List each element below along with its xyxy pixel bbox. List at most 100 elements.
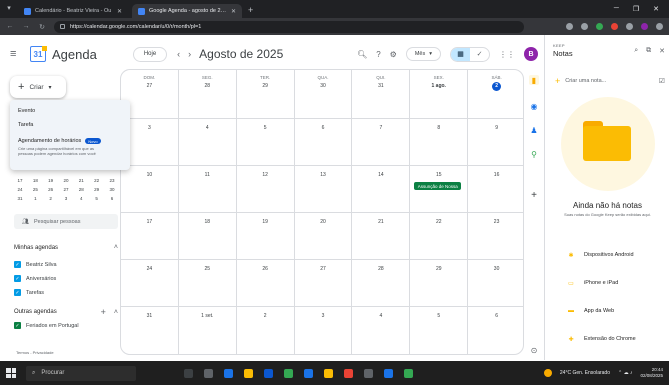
day-cell[interactable]: 4 [179,119,237,165]
account-avatar[interactable]: B [524,47,538,61]
today-button[interactable]: Hoje [132,46,168,62]
date-number[interactable]: 17 [145,218,154,227]
day-cell[interactable]: SEG. 28 [179,70,237,118]
app-icon[interactable] [364,368,373,378]
day-cell[interactable]: 5 [237,119,295,165]
date-number[interactable]: 14 [376,171,385,180]
menu-item-event[interactable]: Evento [10,104,130,118]
day-cell[interactable]: 15 Assunção de Nossa [410,166,469,212]
contacts-icon[interactable]: ♟ [529,125,539,135]
app-icon[interactable] [244,368,253,378]
mini-calendar-day[interactable]: 17 [14,178,26,183]
mini-calendar-day[interactable]: 22 [91,178,103,183]
create-note-input[interactable]: + Criar uma nota... ☑ [555,76,665,86]
day-cell[interactable]: 1 set. [179,307,237,354]
date-number[interactable]: 20 [319,218,328,227]
terms-privacy-link[interactable]: Termos - Privacidade [16,350,54,355]
day-cell[interactable]: 30 [468,260,523,306]
day-cell[interactable]: 22 [410,213,469,259]
day-cell[interactable]: 16 [468,166,523,212]
mini-calendar-day[interactable]: 20 [60,178,72,183]
new-tab-icon[interactable]: + [248,5,253,15]
day-cell[interactable]: 13 [295,166,353,212]
system-clock[interactable]: 20:44 02/08/2025 [640,367,663,379]
mini-calendar-day[interactable]: 27 [60,187,72,192]
calendar-view-icon[interactable]: ▦ [451,47,470,61]
date-number[interactable]: 25 [203,265,212,274]
mini-calendar-day[interactable]: 5 [91,196,103,201]
close-icon[interactable]: ✕ [659,47,665,55]
app-icon[interactable] [384,368,393,378]
date-number[interactable]: 22 [434,218,443,227]
close-tab-icon[interactable]: ✕ [117,8,122,15]
chrome-icon[interactable] [404,368,413,378]
day-cell[interactable]: 18 [179,213,237,259]
date-number[interactable]: 27 [319,265,328,274]
date-number[interactable]: 27 [145,82,154,91]
keep-link-android[interactable]: ✱ Dispositivos Android [567,251,633,259]
tray-icons[interactable]: ⌃ ☁ ♪ [618,370,632,376]
minimize-icon[interactable]: ─ [614,5,619,13]
site-info-icon[interactable] [60,24,65,29]
google-calendar-logo[interactable]: 31 [30,45,47,62]
menu-kebab-icon[interactable] [656,23,663,30]
day-cell[interactable]: 23 [468,213,523,259]
day-cell[interactable]: 3 [295,307,353,354]
date-number[interactable]: 5 [434,312,443,321]
date-number[interactable]: 28 [376,265,385,274]
date-number[interactable]: 30 [492,265,501,274]
day-cell[interactable]: 6 [468,307,523,354]
side-panel-icon[interactable] [626,23,633,30]
today-date-number[interactable]: 2 [492,82,502,91]
app-icon[interactable] [224,368,233,378]
app-icon[interactable] [284,368,293,378]
date-number[interactable]: 26 [261,265,270,274]
extension-icon[interactable] [611,23,618,30]
extension-icon[interactable] [596,23,603,30]
search-icon[interactable]: ⌕ [634,47,638,55]
day-cell[interactable]: 24 [121,260,179,306]
back-icon[interactable]: ← [6,23,14,30]
date-number[interactable]: 1 set. [201,312,213,321]
tab-search-icon[interactable]: ▾ [4,4,14,14]
app-icon[interactable] [344,368,353,378]
help-icon[interactable]: ? [376,50,380,59]
date-number[interactable]: 5 [261,124,270,133]
profile-icon[interactable] [641,23,648,30]
date-number[interactable]: 13 [319,171,328,180]
date-number[interactable]: 4 [376,312,385,321]
date-number[interactable]: 6 [492,312,501,321]
settings-gear-icon[interactable]: ⚙︎ [390,50,397,59]
browser-tab-google-agenda[interactable]: Google Agenda - agosto de 2025 ✕ [132,4,242,18]
menu-item-appointment-schedule[interactable]: Agendamento de horários Novo Crie uma pá… [10,132,130,160]
day-cell[interactable]: 2 [237,307,295,354]
main-menu-icon[interactable]: ≡ [10,48,24,60]
date-number[interactable]: 29 [434,265,443,274]
date-number[interactable]: 2 [261,312,270,321]
mini-calendar-day[interactable]: 23 [106,178,118,183]
day-cell[interactable]: 25 [179,260,237,306]
date-number[interactable]: 21 [376,218,385,227]
cast-icon[interactable] [566,23,573,30]
view-selector[interactable]: Mês ▾ [405,47,441,61]
keep-icon[interactable]: ▮ [529,75,539,85]
next-month-icon[interactable]: › [188,49,191,59]
mini-calendar-day[interactable]: 4 [75,196,87,201]
mini-calendar-day[interactable]: 29 [91,187,103,192]
day-cell[interactable]: 12 [237,166,295,212]
mini-calendar-day[interactable]: 6 [106,196,118,201]
bookmark-star-icon[interactable] [581,23,588,30]
day-cell[interactable]: 6 [295,119,353,165]
mini-calendar-day[interactable]: 25 [29,187,41,192]
date-number[interactable]: 24 [145,265,154,274]
file-explorer-icon[interactable] [204,368,213,378]
date-number[interactable]: 29 [261,82,270,91]
date-number[interactable]: 9 [492,124,501,133]
calendar-item-tasks[interactable]: ✓ Tarefas [14,289,44,296]
mini-calendar-day[interactable]: 2 [45,196,57,201]
add-calendar-icon[interactable]: + [101,307,106,317]
checkbox-checked-icon[interactable]: ✓ [14,322,21,329]
date-number[interactable]: 16 [492,171,501,180]
date-number[interactable]: 28 [203,82,212,91]
date-number[interactable]: 30 [319,82,328,91]
